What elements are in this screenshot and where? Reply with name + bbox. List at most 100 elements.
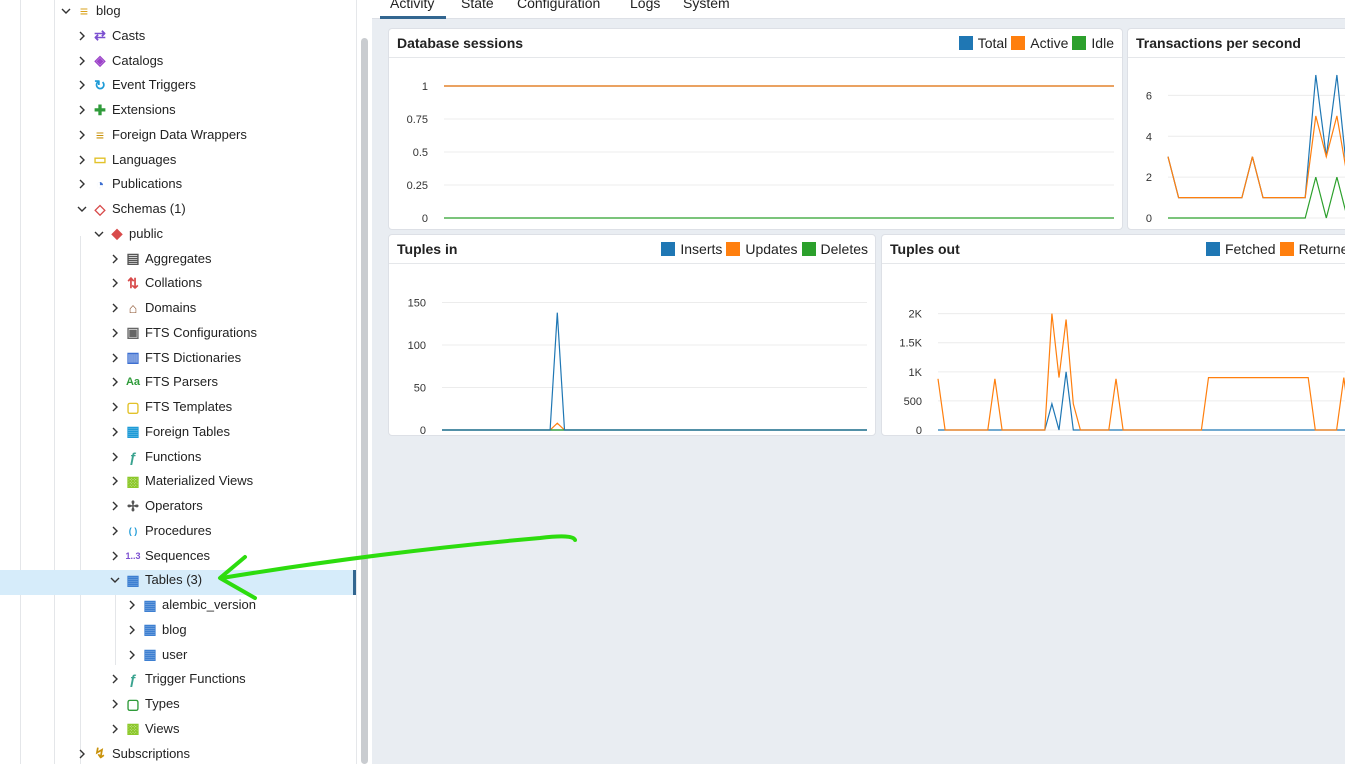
tree-node-label: Tables (3) (145, 572, 203, 588)
chevron-right-icon[interactable] (107, 300, 123, 316)
tree-node-collations[interactable]: ⇅ Collations (107, 271, 202, 295)
chevron-right-icon[interactable] (74, 746, 90, 762)
chevron-right-icon[interactable] (107, 473, 123, 489)
tree-node-trigger-functions[interactable]: ƒ Trigger Functions (107, 667, 246, 691)
chevron-right-icon[interactable] (124, 647, 140, 663)
tree-node-subscriptions[interactable]: ↯ Subscriptions (74, 742, 190, 764)
active-tab-indicator (380, 16, 446, 19)
tree-node-fts-configurations[interactable]: ▣ FTS Configurations (107, 321, 257, 345)
panel-title: Transactions per second (1136, 35, 1301, 51)
chevron-right-icon[interactable] (124, 622, 140, 638)
chevron-right-icon[interactable] (107, 449, 123, 465)
legend-label-idle[interactable]: Idle (1091, 35, 1114, 51)
tree-node-blog[interactable]: ≡ blog (58, 0, 121, 23)
chevron-right-icon[interactable] (107, 275, 123, 291)
chevron-right-icon[interactable] (107, 424, 123, 440)
tree-node-user[interactable]: ▦ user (124, 643, 187, 667)
chevron-right-icon[interactable] (107, 374, 123, 390)
tab-activity[interactable]: Activity (390, 0, 434, 12)
catalogs-icon: ◈ (94, 52, 106, 68)
extensions-icon: ✚ (94, 101, 106, 118)
tree-node-alembic-version[interactable]: ▦ alembic_version (124, 593, 256, 617)
chevron-right-icon[interactable] (107, 671, 123, 687)
tab-state[interactable]: State (461, 0, 494, 12)
tree-node-procedures[interactable]: ( ) Procedures (107, 519, 211, 543)
chevron-right-icon[interactable] (124, 597, 140, 613)
legend-label-fetched[interactable]: Fetched (1225, 241, 1276, 257)
table-icon: ▦ (143, 646, 157, 662)
tree-node-domains[interactable]: ⌂ Domains (107, 296, 196, 320)
legend-swatch-idle (1072, 36, 1087, 50)
tree-node-schemas-1[interactable]: ◇ Schemas (1) (74, 197, 186, 221)
dashboard-tabs: Activity State Configuration Logs System (372, 0, 1345, 19)
tree-node-public[interactable]: ◆ public (91, 222, 163, 246)
tree-node-types[interactable]: ▢ Types (107, 692, 180, 716)
chevron-right-icon[interactable] (107, 523, 123, 539)
chevron-right-icon[interactable] (74, 176, 90, 192)
chevron-right-icon[interactable] (107, 721, 123, 737)
tree-scrollbar-thumb[interactable] (361, 38, 368, 764)
tree-node-label: Catalogs (112, 52, 164, 68)
chevron-down-icon[interactable] (74, 201, 90, 217)
tree-node-aggregates[interactable]: ▤ Aggregates (107, 247, 212, 271)
chevron-down-icon[interactable] (91, 226, 107, 242)
legend-label-active[interactable]: Active (1030, 35, 1068, 51)
tree-node-extensions[interactable]: ✚ Extensions (74, 98, 176, 122)
panel-database-sessions: Database sessions Total Active Idle 0 0.2… (388, 28, 1123, 230)
chevron-down-icon[interactable] (107, 572, 123, 588)
chevron-right-icon[interactable] (74, 77, 90, 93)
legend-label-deletes[interactable]: Deletes (821, 241, 868, 257)
tab-logs[interactable]: Logs (630, 0, 660, 12)
legend-label-total[interactable]: Total (978, 35, 1008, 51)
tree-node-event-triggers[interactable]: ↻ Event Triggers (74, 73, 196, 97)
tree-guide-line (115, 595, 116, 665)
tree-node-blog[interactable]: ▦ blog (124, 618, 187, 642)
tree-node-catalogs[interactable]: ◈ Catalogs (74, 49, 163, 73)
tree-node-sequences[interactable]: 1..3 Sequences (107, 544, 210, 568)
chevron-right-icon[interactable] (107, 251, 123, 267)
chevron-right-icon[interactable] (74, 127, 90, 143)
chevron-right-icon[interactable] (74, 28, 90, 44)
chevron-right-icon[interactable] (107, 399, 123, 415)
tree-node-views[interactable]: ▩ Views (107, 717, 179, 741)
legend-swatch-updates (726, 242, 741, 256)
types-icon: ▢ (126, 695, 140, 712)
tree-node-fts-dictionaries[interactable]: ▥ FTS Dictionaries (107, 346, 241, 370)
tree-node-label: Casts (112, 27, 146, 43)
chevron-right-icon[interactable] (107, 548, 123, 564)
tree-node-tables-3[interactable]: ▦ Tables (3) (107, 568, 202, 592)
chevron-right-icon[interactable] (107, 325, 123, 341)
tree-node-materialized-views[interactable]: ▩ Materialized Views (107, 469, 253, 493)
chevron-right-icon[interactable] (107, 696, 123, 712)
legend-label-inserts[interactable]: Inserts (680, 241, 722, 257)
tree-node-fts-parsers[interactable]: Aa FTS Parsers (107, 370, 218, 394)
tree-node-casts[interactable]: ⇄ Casts (74, 24, 145, 48)
fts-templates-icon: ▢ (126, 398, 140, 415)
legend-label-returned[interactable]: Returned (1299, 241, 1345, 257)
tree-node-fts-templates[interactable]: ▢ FTS Templates (107, 395, 232, 419)
table-icon: ▦ (143, 596, 157, 613)
tree-node-operators[interactable]: ✢ Operators (107, 494, 203, 518)
chevron-right-icon[interactable] (107, 350, 123, 366)
tab-configuration[interactable]: Configuration (517, 0, 600, 12)
chevron-right-icon[interactable] (107, 498, 123, 514)
chart-tuples-in: 0 50 100 150 (408, 298, 867, 435)
chevron-right-icon[interactable] (74, 53, 90, 69)
tab-system[interactable]: System (683, 0, 730, 12)
chevron-right-icon[interactable] (74, 102, 90, 118)
tree-node-label: FTS Dictionaries (145, 349, 242, 365)
y-tick-label: 150 (408, 298, 426, 310)
tree-node-functions[interactable]: ƒ Functions (107, 445, 201, 469)
tree-node-publications[interactable]: ◔ Publications (74, 172, 182, 196)
tree-node-foreign-data-wrappers[interactable]: ≡ Foreign Data Wrappers (74, 123, 247, 147)
tree-scrollbar[interactable] (356, 0, 373, 764)
chevron-down-icon[interactable] (58, 3, 74, 19)
chevron-right-icon[interactable] (74, 152, 90, 168)
trigger-functions-icon: ƒ (129, 671, 137, 688)
tree-node-foreign-tables[interactable]: ▦ Foreign Tables (107, 420, 230, 444)
chart-tuples-out: 0 500 1K 1.5K 2K (899, 309, 1345, 435)
chart-transactions-per-second: 0 2 4 6 (1146, 74, 1345, 225)
collations-icon: ⇅ (127, 274, 139, 291)
legend-label-updates[interactable]: Updates (745, 241, 797, 257)
tree-node-languages[interactable]: ▭ Languages (74, 148, 176, 172)
